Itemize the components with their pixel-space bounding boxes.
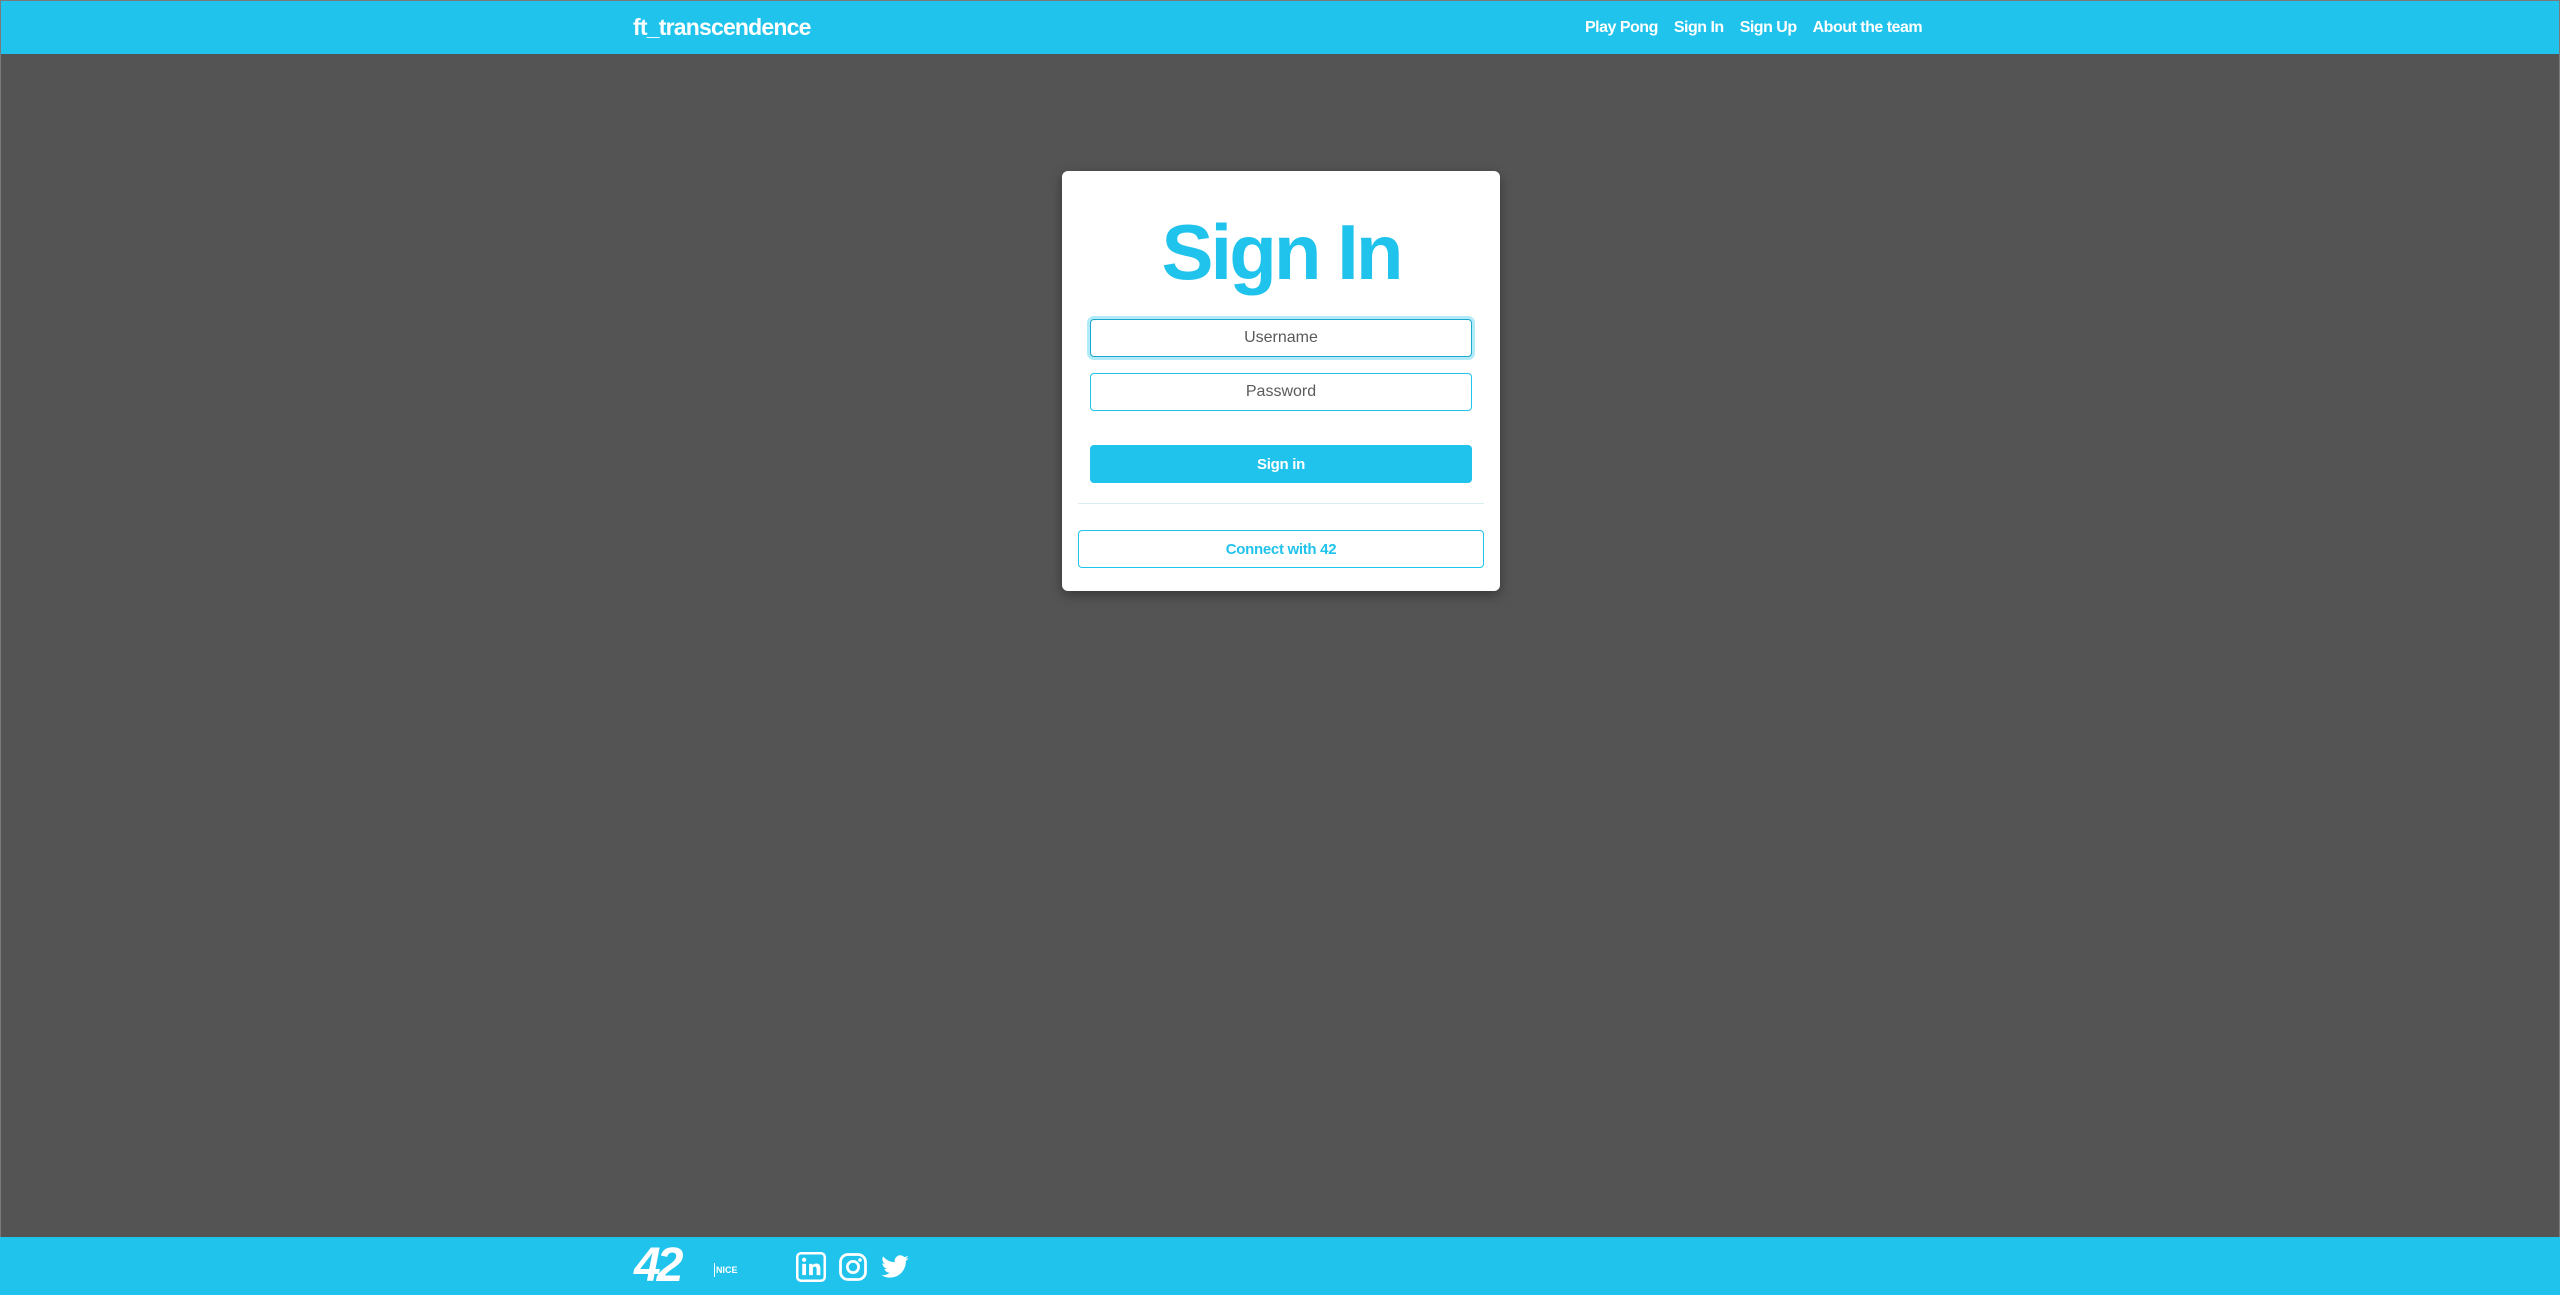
connect-42-button[interactable]: Connect with 42	[1078, 530, 1484, 568]
navbar: ft_transcendence Play Pong Sign In Sign …	[0, 0, 2560, 54]
nav-link-about-team[interactable]: About the team	[1813, 19, 1923, 37]
instagram-icon[interactable]	[838, 1252, 868, 1282]
twitter-icon[interactable]	[880, 1252, 910, 1282]
logo-42: 42	[634, 1239, 683, 1292]
signin-button[interactable]: Sign in	[1090, 445, 1472, 483]
nav-link-play-pong[interactable]: Play Pong	[1585, 19, 1658, 37]
divider	[1078, 503, 1484, 504]
username-input[interactable]	[1090, 319, 1472, 357]
logo-separator	[714, 1263, 715, 1277]
nav-links: Play Pong Sign In Sign Up About the team	[1585, 19, 1923, 37]
signin-card: Sign In Sign in Connect with 42	[1062, 171, 1500, 591]
linkedin-icon[interactable]	[796, 1252, 826, 1282]
password-input[interactable]	[1090, 373, 1472, 411]
footer: 42 NICE	[0, 1237, 2560, 1295]
nav-link-sign-up[interactable]: Sign Up	[1740, 19, 1797, 37]
page-title: Sign In	[1161, 208, 1404, 296]
logo-city: NICE	[716, 1265, 738, 1275]
brand-logo[interactable]: ft_transcendence	[633, 14, 811, 41]
nav-link-sign-in[interactable]: Sign In	[1674, 19, 1724, 37]
main-content: Sign In Sign in Connect with 42	[0, 54, 2560, 1237]
